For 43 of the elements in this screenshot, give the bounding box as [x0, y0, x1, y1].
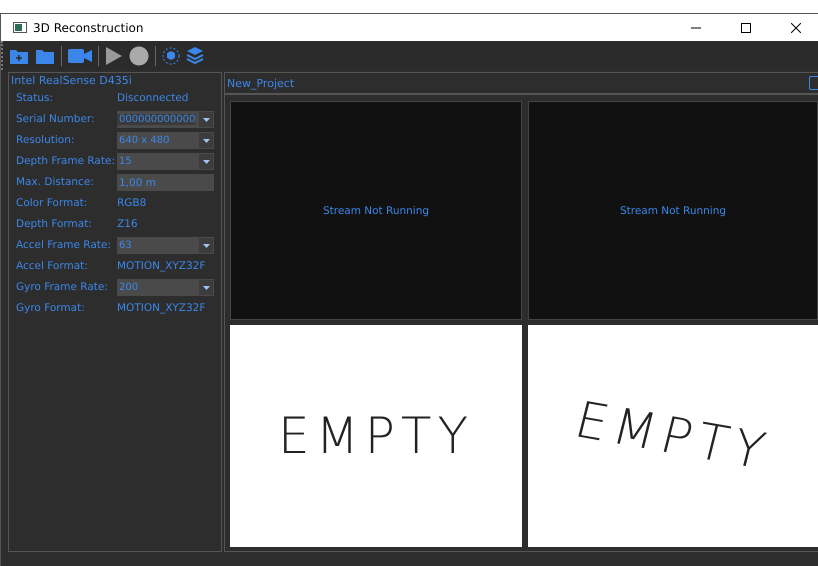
field-label: Status:	[16, 91, 54, 106]
input-field[interactable]: 1,00 m	[117, 174, 214, 191]
field-label: Depth Format:	[16, 217, 93, 232]
caret-icon	[202, 286, 210, 290]
device-title: Intel RealSense D435i	[10, 73, 133, 88]
caret-icon	[202, 160, 210, 164]
project-title: New_Project	[226, 76, 296, 90]
stream-status: Stream Not Running	[322, 204, 430, 216]
field-value: Disconnected	[117, 91, 190, 106]
dropdown[interactable]: 640 x 480	[117, 132, 214, 149]
caret-icon	[202, 118, 210, 122]
field-label: Resolution:	[16, 133, 76, 148]
float-button[interactable]	[809, 76, 818, 90]
caret-icon	[202, 138, 210, 142]
field-value: MOTION_XYZ32F	[117, 259, 206, 274]
field-value: MOTION_XYZ32F	[117, 301, 206, 316]
field-label: Serial Number:	[16, 112, 96, 127]
empty-label: EMPTY	[278, 407, 474, 465]
play-icon[interactable]	[105, 46, 123, 66]
dropdown[interactable]: 63	[117, 237, 214, 254]
cube-icon[interactable]	[162, 46, 180, 64]
close-icon	[791, 22, 801, 32]
caret-icon	[202, 244, 210, 248]
dropdown[interactable]: 15	[117, 153, 214, 170]
field-label: Depth Frame Rate:	[16, 154, 116, 169]
layers-icon[interactable]	[186, 46, 204, 66]
record-icon[interactable]	[129, 46, 149, 66]
stream-status: Stream Not Running	[620, 204, 726, 216]
dropdown[interactable]: 200	[117, 279, 214, 296]
window-title: 3D Reconstruction	[33, 20, 144, 34]
dropdown[interactable]: 000000000000	[117, 111, 214, 128]
video-camera-icon[interactable]	[68, 48, 92, 64]
field-label: Gyro Frame Rate:	[16, 280, 109, 295]
field-value: Z16	[117, 217, 139, 232]
field-label: Accel Format:	[16, 259, 89, 274]
field-value: RGB8	[117, 196, 148, 211]
field-label: Gyro Format:	[16, 301, 86, 316]
field-label: Color Format:	[16, 196, 88, 211]
maximize-icon	[741, 22, 751, 32]
field-label: Max. Distance:	[16, 175, 95, 190]
empty-label: EMPTY	[569, 390, 777, 482]
field-label: Accel Frame Rate:	[16, 238, 112, 253]
app-icon	[13, 22, 27, 33]
